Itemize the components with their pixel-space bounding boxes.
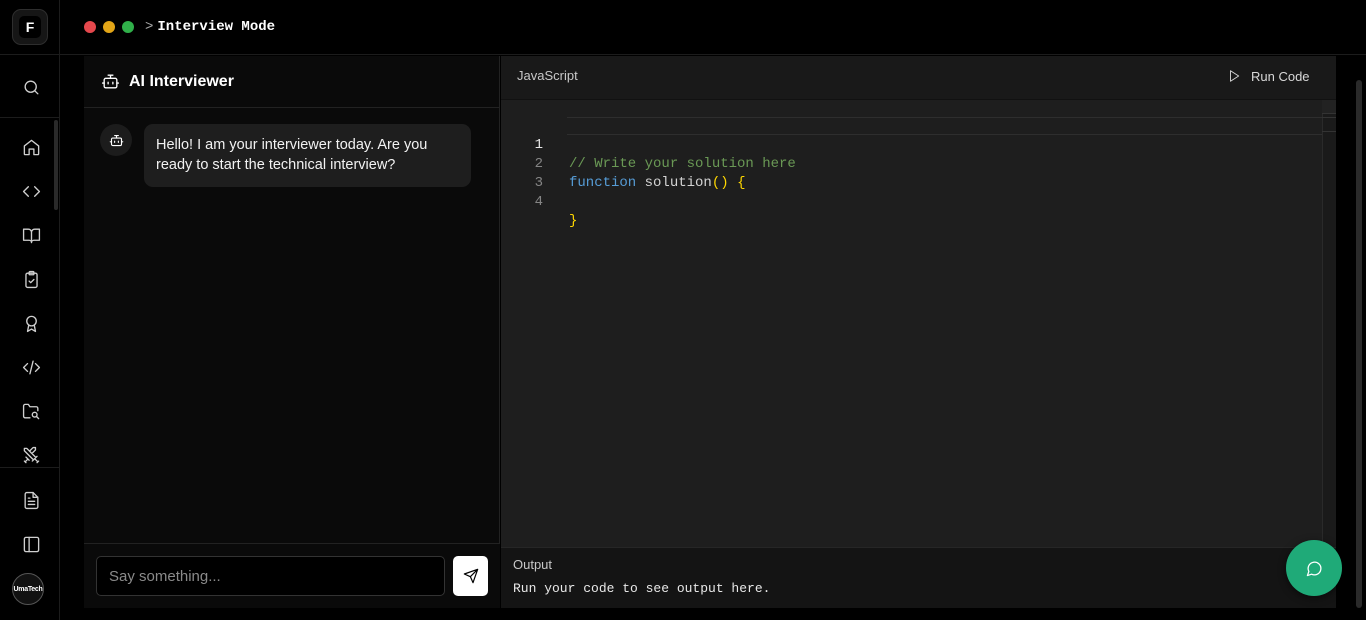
- editor-scrollbar[interactable]: [1322, 100, 1336, 547]
- window-dot-green[interactable]: [122, 21, 134, 33]
- interviewer-avatar: [100, 124, 132, 156]
- code-editor-panel: JavaScript Run Code 1 // Write your solu…: [501, 56, 1336, 608]
- top-header: > Interview Mode: [60, 0, 1366, 55]
- rail-battle-button[interactable]: [17, 441, 45, 469]
- home-icon: [23, 139, 39, 155]
- code-xml-icon: [22, 359, 40, 375]
- rail-tasks-button[interactable]: [17, 265, 45, 293]
- user-avatar[interactable]: UmaTech: [12, 573, 44, 605]
- editor-toolbar: JavaScript Run Code: [501, 56, 1336, 100]
- chat-header: AI Interviewer: [84, 56, 500, 108]
- search-icon: [23, 79, 39, 95]
- app-logo-mark: F: [19, 16, 41, 38]
- book-icon: [22, 227, 40, 243]
- bot-icon: [101, 74, 120, 89]
- rail-code-editor-button[interactable]: [17, 353, 45, 381]
- code-icon: [22, 185, 40, 197]
- rail-achievements-button[interactable]: [17, 309, 45, 337]
- swords-icon: [23, 446, 39, 463]
- code-parens: (): [711, 175, 729, 191]
- window-dot-red[interactable]: [84, 21, 96, 33]
- rail-search-button[interactable]: [17, 73, 45, 101]
- page-scrollbar[interactable]: [1356, 80, 1362, 608]
- editor-scrollbar-marker: [1322, 117, 1336, 132]
- file-text-icon: [23, 491, 39, 509]
- rail-learn-button[interactable]: [17, 221, 45, 249]
- rail-projects-button[interactable]: [17, 397, 45, 425]
- chat-title: AI Interviewer: [129, 72, 234, 90]
- avatar-text: UmaTech: [13, 585, 43, 593]
- code-comment: // Write your solution here: [569, 156, 796, 172]
- chat-panel: AI Interviewer Hello! I am your intervie…: [84, 56, 500, 608]
- editor-scrollbar-top: [1322, 100, 1336, 114]
- message-circle-icon: [1306, 561, 1321, 576]
- left-rail: F UmaTech: [0, 0, 60, 620]
- bot-icon: [109, 134, 123, 146]
- code-close-brace: }: [569, 213, 578, 229]
- send-button[interactable]: [453, 556, 488, 596]
- output-text: Run your code to see output here.: [513, 581, 771, 596]
- breadcrumb: > Interview Mode: [145, 19, 275, 35]
- code-line: 1 // Write your solution here: [501, 117, 796, 172]
- rail-toggle-sidebar-button[interactable]: [17, 530, 45, 558]
- code-text: function solution() {: [569, 174, 745, 193]
- award-icon: [25, 315, 37, 332]
- interviewer-message: Hello! I am your interviewer today. Are …: [144, 124, 471, 187]
- window-controls: [84, 21, 134, 33]
- send-icon: [463, 568, 478, 584]
- rail-divider: [0, 117, 60, 118]
- play-icon: [1230, 70, 1240, 82]
- code-keyword: function: [569, 175, 637, 191]
- output-panel: Output Run your code to see output here.: [501, 547, 1336, 608]
- run-code-label: Run Code: [1251, 68, 1310, 84]
- rail-scrollbar[interactable]: [54, 120, 58, 210]
- rail-notes-button[interactable]: [17, 486, 45, 514]
- app-logo[interactable]: F: [12, 9, 48, 45]
- chat-composer: [84, 543, 500, 608]
- output-label: Output: [513, 557, 553, 572]
- rail-code-button[interactable]: [17, 177, 45, 205]
- code-area[interactable]: 1 // Write your solution here 2 function…: [501, 100, 1322, 547]
- rail-home-button[interactable]: [17, 133, 45, 161]
- clipboard-check-icon: [24, 270, 38, 288]
- rail-divider: [0, 467, 60, 468]
- page-title: Interview Mode: [157, 19, 276, 35]
- chat-input[interactable]: [96, 556, 445, 596]
- folder-search-icon: [22, 403, 39, 419]
- code-function-name: solution: [644, 175, 712, 191]
- code-line: 4 }: [501, 174, 578, 229]
- window-dot-yellow[interactable]: [103, 21, 115, 33]
- run-code-button[interactable]: Run Code: [1227, 65, 1310, 87]
- rail-divider: [0, 54, 60, 55]
- code-line: 3: [501, 155, 568, 191]
- current-line-highlight: [567, 117, 1322, 135]
- code-open-brace: {: [737, 175, 746, 191]
- chat-support-button[interactable]: [1286, 540, 1342, 596]
- line-number: 4: [534, 194, 543, 210]
- code-line: 2 function solution() {: [501, 136, 746, 191]
- panel-left-icon: [23, 536, 39, 552]
- app-root: F UmaTech > Interview Mode AI Interviewe…: [0, 0, 1366, 620]
- language-label[interactable]: JavaScript: [517, 68, 578, 83]
- breadcrumb-prefix: >: [145, 19, 154, 35]
